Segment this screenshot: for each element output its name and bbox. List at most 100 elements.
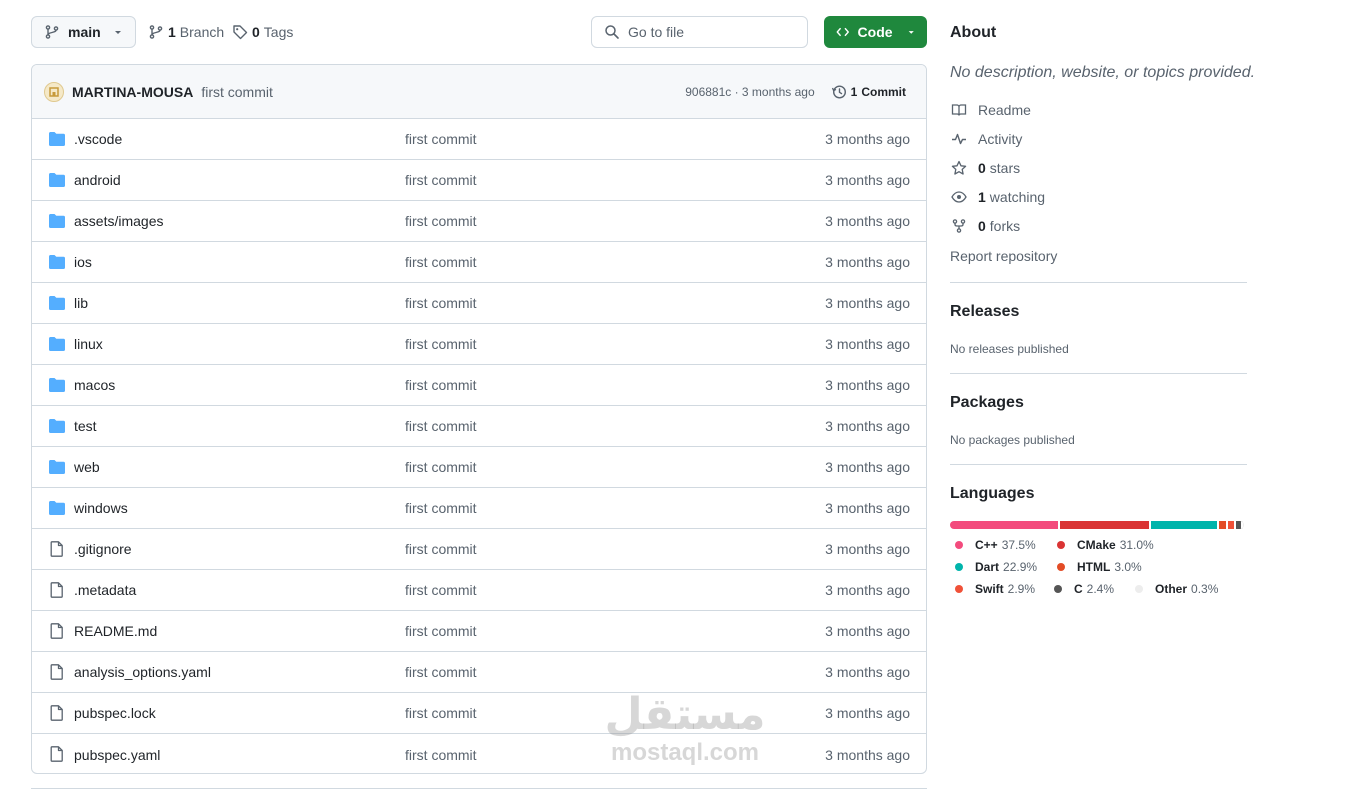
- table-row[interactable]: analysis_options.yaml first commit 3 month…: [32, 652, 926, 693]
- file-commit-message[interactable]: first commit: [405, 213, 477, 229]
- table-row[interactable]: ios first commit 3 months ago: [32, 242, 926, 283]
- tags-label: Tags: [263, 24, 294, 40]
- table-row[interactable]: pubspec.lock first commit 3 months ago: [32, 693, 926, 734]
- table-row[interactable]: assets/images first commit 3 months ago: [32, 201, 926, 242]
- watching-link[interactable]: 1 watching: [950, 189, 1045, 205]
- table-row[interactable]: .gitignore first commit 3 months ago: [32, 529, 926, 570]
- commit-hash-time[interactable]: 906881c · 3 months ago: [685, 85, 814, 99]
- language-item[interactable]: C 2.4%: [1054, 582, 1114, 596]
- language-item[interactable]: HTML 3.0%: [1057, 560, 1142, 574]
- packages-title[interactable]: Packages: [950, 394, 1024, 412]
- file-name-link[interactable]: android: [74, 172, 121, 188]
- file-name-link[interactable]: analysis_options.yaml: [74, 664, 211, 680]
- forks-link[interactable]: 0 forks: [950, 218, 1020, 234]
- mostaql-watermark: مستقل mostaql.com: [600, 690, 770, 766]
- file-name-link[interactable]: .gitignore: [74, 541, 132, 557]
- sidebar-divider: [950, 464, 1247, 465]
- table-row[interactable]: windows first commit 3 months ago: [32, 488, 926, 529]
- file-commit-message[interactable]: first commit: [405, 295, 477, 311]
- file-name-link[interactable]: .metadata: [74, 582, 136, 598]
- file-commit-message[interactable]: first commit: [405, 377, 477, 393]
- commits-history-link[interactable]: 1 Commit: [831, 84, 906, 100]
- code-button[interactable]: Code: [824, 16, 927, 48]
- language-bar-segment[interactable]: [950, 521, 1061, 529]
- file-name-link[interactable]: pubspec.yaml: [74, 747, 160, 763]
- activity-link[interactable]: Activity: [950, 131, 1022, 147]
- file-commit-message[interactable]: first commit: [405, 623, 477, 639]
- branches-link[interactable]: 1 Branch: [148, 16, 224, 48]
- watching-label: watching: [989, 189, 1046, 205]
- language-bar-segment[interactable]: [1243, 521, 1244, 529]
- commit-message[interactable]: first commit: [201, 84, 273, 100]
- file-commit-message[interactable]: first commit: [405, 131, 477, 147]
- file-name-link[interactable]: lib: [74, 295, 88, 311]
- file-name-link[interactable]: pubspec.lock: [74, 705, 156, 721]
- folder-icon: [49, 255, 65, 269]
- table-row[interactable]: lib first commit 3 months ago: [32, 283, 926, 324]
- readme-link[interactable]: Readme: [950, 102, 1031, 118]
- file-name-link[interactable]: README.md: [74, 623, 157, 639]
- releases-title[interactable]: Releases: [950, 303, 1019, 321]
- file-name-link[interactable]: macos: [74, 377, 115, 393]
- language-color-dot: [1135, 585, 1143, 593]
- table-row[interactable]: README.md first commit 3 months ago: [32, 611, 926, 652]
- file-name-link[interactable]: windows: [74, 500, 128, 516]
- file-commit-message[interactable]: first commit: [405, 705, 477, 721]
- file-commit-date: 3 months ago: [825, 295, 910, 311]
- file-name-link[interactable]: .vscode: [74, 131, 122, 147]
- sidebar-divider: [950, 373, 1247, 374]
- file-icon: [50, 623, 63, 639]
- file-commit-message[interactable]: first commit: [405, 500, 477, 516]
- language-bar-segment[interactable]: [1236, 521, 1244, 529]
- file-commit-message[interactable]: first commit: [405, 336, 477, 352]
- star-icon: [951, 160, 967, 175]
- language-item[interactable]: C++ 37.5%: [955, 538, 1036, 552]
- tags-link[interactable]: 0 Tags: [232, 16, 293, 48]
- tag-icon: [233, 25, 248, 40]
- language-name: C++: [975, 538, 998, 552]
- language-item[interactable]: Other 0.3%: [1135, 582, 1218, 596]
- author-avatar[interactable]: [44, 81, 64, 102]
- file-list: MARTINA-MOUSA first commit 906881c · 3 m…: [31, 64, 927, 774]
- file-icon: [50, 705, 63, 721]
- file-commit-message[interactable]: first commit: [405, 459, 477, 475]
- language-bar-segment[interactable]: [1218, 521, 1228, 529]
- language-bar-segment[interactable]: [1060, 521, 1152, 529]
- table-row[interactable]: test first commit 3 months ago: [32, 406, 926, 447]
- file-commit-message[interactable]: first commit: [405, 172, 477, 188]
- table-row[interactable]: android first commit 3 months ago: [32, 160, 926, 201]
- file-name-link[interactable]: test: [74, 418, 97, 434]
- file-name-link[interactable]: web: [74, 459, 100, 475]
- table-row[interactable]: .vscode first commit 3 months ago: [32, 119, 926, 160]
- language-bar-segment[interactable]: [1151, 521, 1219, 529]
- language-bar-segment[interactable]: [1227, 521, 1237, 529]
- table-row[interactable]: web first commit 3 months ago: [32, 447, 926, 488]
- branches-count: 1: [168, 24, 176, 40]
- file-name-link[interactable]: assets/images: [74, 213, 163, 229]
- report-repository-link[interactable]: Report repository: [950, 248, 1057, 264]
- language-item[interactable]: Dart 22.9%: [955, 560, 1037, 574]
- file-name-link[interactable]: linux: [74, 336, 103, 352]
- language-item[interactable]: Swift 2.9%: [955, 582, 1035, 596]
- language-name: CMake: [1077, 538, 1116, 552]
- branch-selector-button[interactable]: main: [31, 16, 136, 48]
- file-commit-message[interactable]: first commit: [405, 254, 477, 270]
- table-row[interactable]: .metadata first commit 3 months ago: [32, 570, 926, 611]
- commit-author[interactable]: MARTINA-MOUSA: [72, 84, 193, 100]
- file-name-link[interactable]: ios: [74, 254, 92, 270]
- go-to-file-placeholder: Go to file: [628, 24, 685, 40]
- file-commit-message[interactable]: first commit: [405, 582, 477, 598]
- stars-link[interactable]: 0 stars: [950, 160, 1020, 176]
- file-commit-message[interactable]: first commit: [405, 541, 477, 557]
- go-to-file-input[interactable]: Go to file: [591, 16, 808, 48]
- file-commit-message[interactable]: first commit: [405, 418, 477, 434]
- table-row[interactable]: linux first commit 3 months ago: [32, 324, 926, 365]
- folder-icon: [49, 460, 65, 474]
- file-commit-message[interactable]: first commit: [405, 747, 477, 763]
- latest-commit-bar: MARTINA-MOUSA first commit 906881c · 3 m…: [32, 65, 926, 119]
- language-item[interactable]: CMake 31.0%: [1057, 538, 1154, 552]
- table-row[interactable]: macos first commit 3 months ago: [32, 365, 926, 406]
- table-row[interactable]: pubspec.yaml first commit 3 months ago: [32, 734, 926, 773]
- file-commit-date: 3 months ago: [825, 664, 910, 680]
- file-commit-message[interactable]: first commit: [405, 664, 477, 680]
